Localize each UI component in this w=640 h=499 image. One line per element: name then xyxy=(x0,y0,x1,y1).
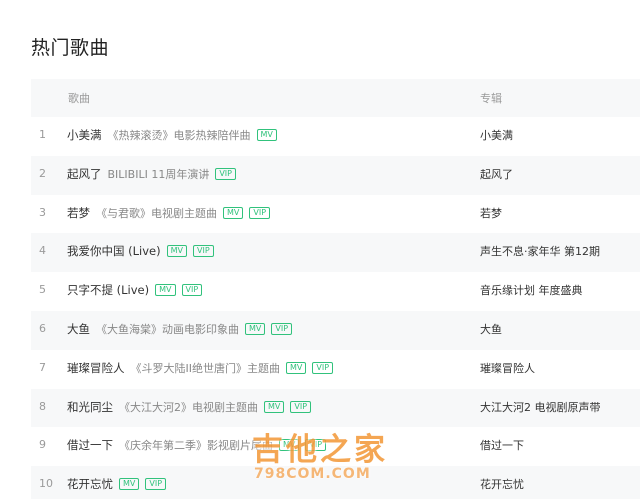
album-link[interactable]: 借过一下 xyxy=(480,437,524,453)
song-name-link[interactable]: 借过一下 xyxy=(67,437,113,453)
vip-badge: VIP xyxy=(271,322,293,335)
album-link[interactable]: 若梦 xyxy=(480,205,502,221)
vip-badge: VIP xyxy=(181,284,203,297)
song-cell: 借过一下 《庆余年第二季》影视剧片尾曲 MV VIP xyxy=(67,437,327,453)
song-cell: 若梦 《与君歌》电视剧主题曲 MV VIP xyxy=(67,205,271,221)
table-row[interactable]: 5 只字不提 (Live) MV VIP 音乐缘计划 年度盛典 xyxy=(31,272,640,311)
table-row[interactable]: 1 小美满 《热辣滚烫》电影热辣陪伴曲 MV 小美满 xyxy=(31,117,640,156)
table-header: 歌曲 专辑 xyxy=(31,79,640,117)
row-index: 8 xyxy=(39,399,46,413)
mv-badge[interactable]: MV xyxy=(256,129,277,141)
song-description: 《庆余年第二季》影视剧片尾曲 xyxy=(119,439,273,453)
song-name-link[interactable]: 只字不提 (Live) xyxy=(67,282,149,298)
row-index: 9 xyxy=(39,438,46,452)
album-link[interactable]: 大鱼 xyxy=(480,321,502,337)
vip-badge: VIP xyxy=(215,167,236,180)
table-row[interactable]: 4 我爱你中国 (Live) MV VIP 声生不息·家年华 第12期 xyxy=(31,233,640,273)
row-index: 4 xyxy=(39,244,46,258)
song-name-link[interactable]: 小美满 xyxy=(67,127,102,143)
song-name-link[interactable]: 若梦 xyxy=(67,205,90,221)
row-index: 3 xyxy=(39,205,46,219)
vip-badge: VIP xyxy=(249,206,271,219)
song-cell: 我爱你中国 (Live) MV VIP xyxy=(67,243,214,259)
song-cell: 花开忘忧 MV VIP xyxy=(67,476,167,492)
album-link[interactable]: 小美满 xyxy=(480,127,513,143)
row-index: 7 xyxy=(39,360,46,374)
song-name-link[interactable]: 起风了 xyxy=(67,166,102,182)
song-name-link[interactable]: 和光同尘 xyxy=(67,399,113,415)
table-row[interactable]: 2 起风了 BILIBILI 11周年演讲 VIP 起风了 xyxy=(31,155,640,195)
song-description: 《大江大河2》电视剧主题曲 xyxy=(119,400,258,414)
page-title: 热门歌曲 xyxy=(31,37,110,59)
song-cell: 起风了 BILIBILI 11周年演讲 VIP xyxy=(67,166,236,182)
song-cell: 只字不提 (Live) MV VIP xyxy=(67,282,203,298)
album-link[interactable]: 花开忘忧 xyxy=(480,476,524,492)
table-row[interactable]: 9 借过一下 《庆余年第二季》影视剧片尾曲 MV VIP 借过一下 xyxy=(31,427,640,466)
row-index: 1 xyxy=(39,128,46,141)
song-name-link[interactable]: 大鱼 xyxy=(67,321,90,337)
song-name-link[interactable]: 璀璨冒险人 xyxy=(67,360,125,376)
album-link[interactable]: 璀璨冒险人 xyxy=(480,360,535,376)
vip-badge: VIP xyxy=(305,439,327,452)
mv-badge[interactable]: MV xyxy=(264,400,285,413)
mv-badge[interactable]: MV xyxy=(166,245,187,258)
mv-badge[interactable]: MV xyxy=(119,478,140,491)
song-cell: 大鱼 《大鱼海棠》动画电影印象曲 MV VIP xyxy=(67,321,293,337)
song-description: 《与君歌》电视剧主题曲 xyxy=(96,206,217,220)
mv-badge[interactable]: MV xyxy=(223,206,244,219)
row-index: 6 xyxy=(39,321,46,335)
song-name-link[interactable]: 花开忘忧 xyxy=(67,476,113,492)
mv-badge[interactable]: MV xyxy=(279,439,300,452)
song-description: BILIBILI 11周年演讲 xyxy=(107,167,210,181)
row-index: 10 xyxy=(39,477,53,491)
hot-songs-table: 歌曲 专辑 1 小美满 《热辣滚烫》电影热辣陪伴曲 MV 小美满 2 起风了 BILIBILI… xyxy=(31,79,640,499)
header-song: 歌曲 xyxy=(68,92,90,105)
album-link[interactable]: 起风了 xyxy=(480,166,513,182)
table-body: 1 小美满 《热辣滚烫》电影热辣陪伴曲 MV 小美满 2 起风了 BILIBILI 11周年演… xyxy=(31,117,640,499)
mv-badge[interactable]: MV xyxy=(155,284,176,297)
mv-badge[interactable]: MV xyxy=(245,322,266,335)
table-row[interactable]: 6 大鱼 《大鱼海棠》动画电影印象曲 MV VIP 大鱼 xyxy=(31,310,640,350)
mv-badge[interactable]: MV xyxy=(286,361,307,374)
vip-badge: VIP xyxy=(312,361,334,374)
header-album: 专辑 xyxy=(480,92,502,105)
song-cell: 璀璨冒险人 《斗罗大陆II绝世唐门》主题曲 MV VIP xyxy=(67,360,334,376)
vip-badge: VIP xyxy=(193,245,214,258)
song-description: 《热辣滚烫》电影热辣陪伴曲 xyxy=(107,129,251,142)
table-row[interactable]: 10 花开忘忧 MV VIP 花开忘忧 xyxy=(31,466,640,499)
song-name-link[interactable]: 我爱你中国 (Live) xyxy=(67,243,161,259)
song-description: 《斗罗大陆II绝世唐门》主题曲 xyxy=(130,361,281,375)
row-index: 5 xyxy=(39,283,46,297)
table-row[interactable]: 7 璀璨冒险人 《斗罗大陆II绝世唐门》主题曲 MV VIP 璀璨冒险人 xyxy=(31,350,640,389)
album-link[interactable]: 音乐缘计划 年度盛典 xyxy=(480,282,583,298)
vip-badge: VIP xyxy=(290,400,312,413)
table-row[interactable]: 8 和光同尘 《大江大河2》电视剧主题曲 MV VIP 大江大河2 电视剧原声带 xyxy=(31,388,640,428)
album-link[interactable]: 大江大河2 电视剧原声带 xyxy=(480,399,601,415)
row-index: 2 xyxy=(39,166,46,180)
song-cell: 和光同尘 《大江大河2》电视剧主题曲 MV VIP xyxy=(67,399,312,415)
song-description: 《大鱼海棠》动画电影印象曲 xyxy=(96,322,239,336)
album-link[interactable]: 声生不息·家年华 第12期 xyxy=(480,243,600,259)
vip-badge: VIP xyxy=(145,478,167,491)
song-cell: 小美满 《热辣滚烫》电影热辣陪伴曲 MV xyxy=(67,127,277,143)
table-row[interactable]: 3 若梦 《与君歌》电视剧主题曲 MV VIP 若梦 xyxy=(31,195,640,234)
